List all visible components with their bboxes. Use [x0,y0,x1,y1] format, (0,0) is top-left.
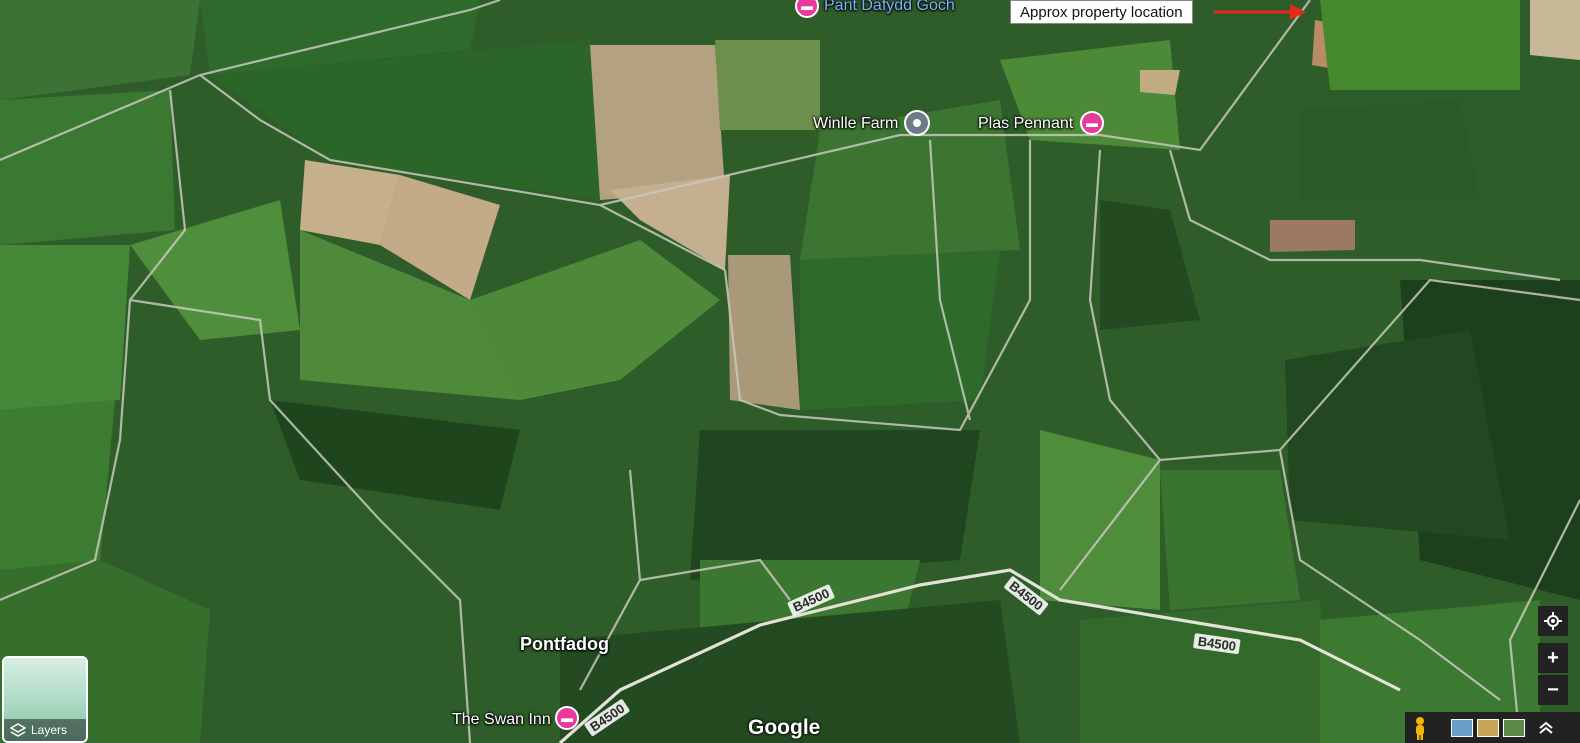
place-label-winlle-farm[interactable]: Winlle Farm [813,115,898,133]
layers-icon [10,723,26,737]
layers-button[interactable]: Layers [2,656,88,743]
my-location-button[interactable] [1538,606,1568,636]
imagery-thumbnail[interactable] [1451,718,1473,737]
zoom-in-button[interactable]: + [1538,643,1568,673]
pegman-icon[interactable] [1411,716,1429,740]
imagery-thumbnail[interactable] [1503,718,1525,737]
satellite-map[interactable] [0,0,1580,743]
annotation-text: Approx property location [1020,4,1183,21]
place-label-plas-pennant[interactable]: Plas Pennant [978,115,1073,133]
hotel-pin-icon[interactable]: ▬ [555,706,579,730]
place-pin-icon[interactable] [904,110,930,136]
bottom-toolbar [1405,712,1580,743]
place-label-swan-inn[interactable]: The Swan Inn [452,711,551,729]
imagery-thumbnail[interactable] [1477,718,1499,737]
zoom-out-button[interactable]: − [1538,675,1568,705]
my-location-icon [1544,612,1562,630]
layers-label: Layers [31,723,68,737]
place-label-pontfadog[interactable]: Pontfadog [520,634,609,655]
property-annotation-box: Approx property location [1010,0,1193,24]
google-logo: Google [748,716,821,739]
place-label-pant-dafydd-goch[interactable]: Pant Dafydd Goch [824,0,955,15]
hotel-pin-icon[interactable]: ▬ [1080,111,1104,135]
red-arrow-icon [1214,4,1306,20]
expand-icon[interactable] [1535,719,1557,737]
